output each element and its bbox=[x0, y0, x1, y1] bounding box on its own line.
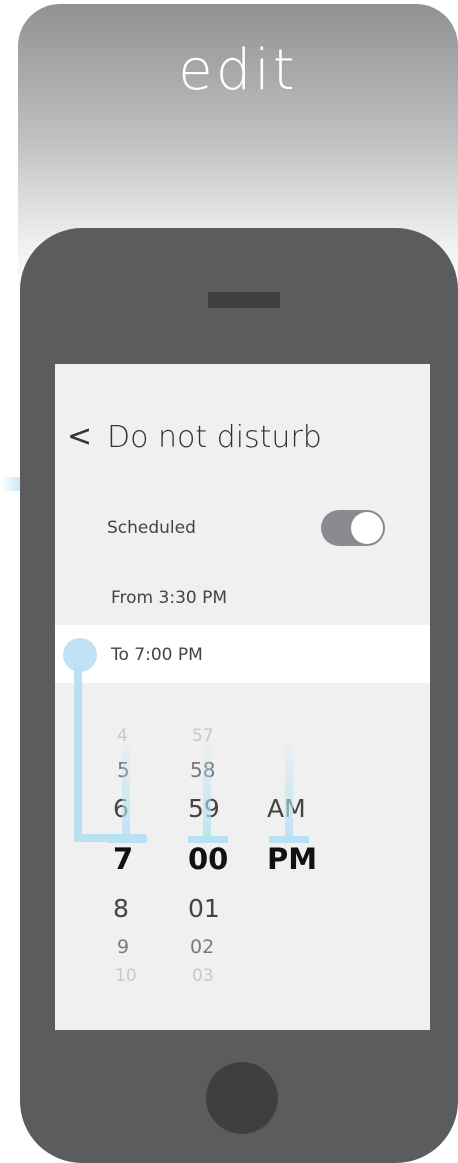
picker-pm-selected[interactable]: PM bbox=[267, 842, 317, 876]
annotation-ampm-marker bbox=[285, 734, 293, 842]
annotation-ampm-underline bbox=[269, 836, 309, 843]
phone-screen: < Do not disturb Scheduled From 3:30 PM … bbox=[55, 364, 430, 1030]
annotation-minute-marker bbox=[203, 734, 211, 842]
picker-hour-10[interactable]: 10 bbox=[115, 966, 137, 986]
annotation-vertical-line bbox=[74, 664, 82, 842]
picker-minute-03[interactable]: 03 bbox=[192, 966, 214, 986]
toggle-knob bbox=[351, 512, 383, 544]
picker-minute-00-selected[interactable]: 00 bbox=[188, 842, 228, 876]
annotation-hour-marker bbox=[122, 734, 130, 842]
scheduled-toggle[interactable] bbox=[321, 510, 385, 546]
scheduled-label: Scheduled bbox=[107, 518, 196, 538]
picker-hour-9[interactable]: 9 bbox=[117, 936, 129, 958]
back-chevron-icon[interactable]: < bbox=[67, 420, 92, 454]
picker-minute-01[interactable]: 01 bbox=[188, 894, 220, 923]
from-time-row[interactable]: From 3:30 PM bbox=[111, 588, 227, 608]
to-time-row[interactable]: To 7:00 PM bbox=[55, 625, 430, 683]
annotation-hour-underline bbox=[107, 836, 147, 843]
home-button[interactable] bbox=[206, 1062, 278, 1134]
to-time-label: To 7:00 PM bbox=[111, 645, 203, 665]
picker-hour-8[interactable]: 8 bbox=[113, 894, 129, 923]
picker-minute-02[interactable]: 02 bbox=[190, 936, 214, 958]
annotation-minute-underline bbox=[188, 836, 228, 843]
picker-hour-7-selected[interactable]: 7 bbox=[113, 842, 133, 876]
edit-title: edit bbox=[178, 38, 298, 103]
page-title: Do not disturb bbox=[107, 420, 322, 455]
speaker-grille bbox=[208, 292, 280, 308]
